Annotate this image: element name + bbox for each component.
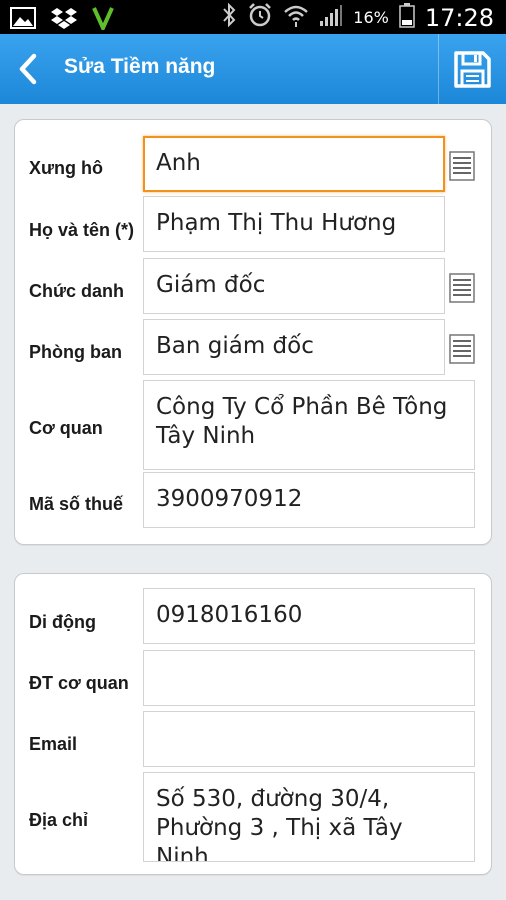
- save-icon: [454, 51, 491, 88]
- status-bar: 16% 17:28: [0, 0, 506, 34]
- phong-ban-field[interactable]: Ban giám đốc: [143, 319, 445, 375]
- dt-co-quan-field[interactable]: [143, 650, 475, 706]
- di-dong-field[interactable]: 0918016160: [143, 588, 475, 644]
- label-co-quan: Cơ quan: [29, 418, 103, 438]
- action-bar-divider: [438, 34, 439, 104]
- list-picker-icon: [449, 151, 475, 181]
- wifi-icon: [283, 2, 309, 33]
- xung-ho-field[interactable]: Anh: [143, 136, 445, 192]
- dropbox-icon: [50, 6, 78, 35]
- co-quan-field[interactable]: Công Ty Cổ Phần Bê Tông Tây Ninh: [143, 380, 475, 470]
- label-di-dong: Di động: [29, 612, 96, 632]
- label-ho-va-ten: Họ và tên (*): [29, 220, 135, 240]
- back-arrow-icon: [19, 53, 37, 85]
- general-info-card: Xưng hô Anh Họ và tên (*) Phạm Thị Thu H…: [14, 119, 492, 545]
- contact-info-card: Di động 0918016160 ĐT cơ quan Email Địa …: [14, 573, 492, 875]
- label-ma-so-thue: Mã số thuế: [29, 494, 124, 514]
- chuc-danh-field[interactable]: Giám đốc: [143, 258, 445, 314]
- bluetooth-icon: [221, 2, 237, 33]
- ho-va-ten-field[interactable]: Phạm Thị Thu Hương: [143, 196, 445, 252]
- battery-icon: [399, 2, 415, 33]
- label-chuc-danh: Chức danh: [29, 281, 125, 301]
- ma-so-thue-field[interactable]: 3900970912: [143, 472, 475, 528]
- gallery-icon: [10, 7, 36, 34]
- battery-percent: 16%: [353, 8, 389, 27]
- label-phong-ban: Phòng ban: [29, 342, 122, 362]
- action-bar: Sửa Tiềm năng: [0, 34, 506, 104]
- email-field[interactable]: [143, 711, 475, 767]
- page-title: Sửa Tiềm năng: [64, 55, 216, 78]
- label-email: Email: [29, 734, 78, 754]
- list-picker-icon: [449, 334, 475, 364]
- list-picker-icon: [449, 273, 475, 303]
- v-app-icon: [92, 6, 114, 35]
- label-dia-chi: Địa chỉ: [29, 810, 89, 830]
- label-xung-ho: Xưng hô: [29, 158, 104, 178]
- clock: 17:28: [424, 3, 494, 32]
- dia-chi-field[interactable]: Số 530, đường 30/4, Phường 3 , Thị xã Tâ…: [143, 772, 475, 862]
- chuc-danh-picker-button[interactable]: [449, 273, 475, 303]
- xung-ho-picker-button[interactable]: [449, 151, 475, 181]
- save-button[interactable]: [452, 49, 492, 89]
- label-dt-co-quan: ĐT cơ quan: [29, 673, 129, 693]
- phong-ban-picker-button[interactable]: [449, 334, 475, 364]
- signal-icon: [319, 3, 343, 32]
- alarm-icon: [247, 2, 273, 33]
- back-button[interactable]: [14, 50, 44, 88]
